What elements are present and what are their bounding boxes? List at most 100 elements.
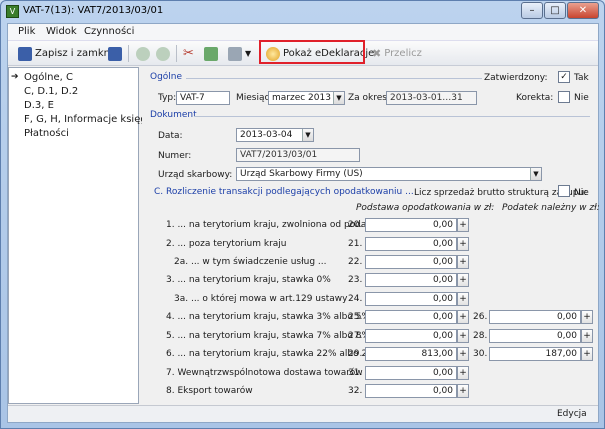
base-calc-button[interactable]: + [457, 384, 469, 398]
base-amount-field[interactable]: 0,00 [365, 237, 457, 251]
row-label: 3. ... na terytorium kraju, stawka 0% [166, 275, 331, 285]
number-field[interactable]: VAT7/2013/03/01 [236, 148, 360, 162]
tree-item-fgh[interactable]: F, G, H, Informacje księg [24, 114, 147, 125]
menu-widok[interactable]: Widok [46, 26, 77, 37]
app-icon: V [6, 5, 19, 18]
chevron-down-icon: ▼ [245, 49, 252, 58]
row-field-number: 20. [348, 220, 363, 230]
base-amount-field[interactable]: 0,00 [365, 366, 457, 380]
tax-field-number: 26. [473, 312, 488, 322]
arrow-left-icon [136, 46, 150, 61]
minimize-button[interactable]: – [521, 2, 543, 19]
highlight-frame [259, 40, 365, 64]
row-label: 3a. ... o której mowa w art.129 ustawy [174, 294, 348, 304]
save-icon [108, 46, 122, 61]
base-amount-field[interactable]: 0,00 [365, 273, 457, 287]
status-mode: Edycja [557, 409, 587, 419]
base-amount-field[interactable]: 0,00 [365, 255, 457, 269]
base-amount-field[interactable]: 0,00 [365, 310, 457, 324]
base-calc-button[interactable]: + [457, 310, 469, 324]
row-field-number: 32. [348, 386, 363, 396]
refresh-button[interactable] [204, 44, 218, 63]
row-field-number: 24. [348, 294, 363, 304]
save-icon [18, 46, 32, 61]
save-close-button[interactable]: Zapisz i zamknij [18, 44, 116, 63]
back-button[interactable] [136, 44, 150, 63]
base-calc-button[interactable]: + [457, 329, 469, 343]
title-bar: V VAT-7(13): VAT7/2013/03/01 – □ ✕ [1, 1, 604, 23]
tax-calc-button[interactable]: + [581, 347, 593, 361]
row-field-number: 31. [348, 368, 363, 378]
tree-arrow-icon: ➔ [11, 72, 19, 82]
gross-value: Nie [574, 188, 589, 198]
status-bar: Edycja [8, 405, 598, 422]
base-amount-field[interactable]: 0,00 [365, 384, 457, 398]
tax-amount-field[interactable]: 0,00 [489, 329, 581, 343]
tax-amount-field[interactable]: 0,00 [489, 310, 581, 324]
base-amount-field[interactable]: 813,00 [365, 347, 457, 361]
maximize-button[interactable]: □ [544, 2, 566, 19]
delete-button[interactable]: ✂ [183, 44, 197, 63]
tree-item-c-d[interactable]: C, D.1, D.2 [24, 86, 78, 97]
recalc-icon: ✖ [372, 47, 382, 60]
base-calc-button[interactable]: + [457, 273, 469, 287]
base-calc-button[interactable]: + [457, 255, 469, 269]
tax-calc-button[interactable]: + [581, 329, 593, 343]
base-calc-button[interactable]: + [457, 347, 469, 361]
recalc-button[interactable]: ✖ Przelicz [372, 44, 422, 63]
base-calc-button[interactable]: + [457, 292, 469, 306]
window: V VAT-7(13): VAT7/2013/03/01 – □ ✕ Plik … [0, 0, 605, 429]
section-c-title: C. Rozliczenie transakcji podlegających … [154, 187, 414, 197]
print-button[interactable]: ▼ [228, 44, 251, 63]
tree-item-d3-e[interactable]: D.3, E [24, 100, 54, 111]
office-select[interactable]: Urząd Skarbowy Firmy (US) ▼ [236, 167, 542, 181]
save-button[interactable] [108, 44, 122, 63]
chevron-down-icon: ▼ [333, 92, 344, 104]
office-label: Urząd skarbowy: [158, 170, 233, 180]
menu-bar: Plik Widok Czynności [8, 24, 598, 41]
correction-checkbox[interactable] [558, 91, 570, 103]
form-panel: Ogólne Zatwierdzony: ✓ Tak Typ: VAT-7 Mi… [142, 67, 600, 404]
correction-label: Korekta: [516, 93, 554, 103]
type-select[interactable]: VAT-7 [176, 91, 230, 105]
number-label: Numer: [158, 151, 192, 161]
window-title: VAT-7(13): VAT7/2013/03/01 [23, 5, 164, 16]
forward-button[interactable] [156, 44, 170, 63]
date-label: Data: [158, 131, 183, 141]
tree-item-general[interactable]: Ogólne, C [24, 72, 73, 83]
row-label: 2. ... poza terytorium kraju [166, 239, 287, 249]
period-field[interactable]: 2013-03-01…31 [386, 91, 477, 105]
close-button[interactable]: ✕ [567, 2, 599, 19]
base-calc-button[interactable]: + [457, 366, 469, 380]
base-calc-button[interactable]: + [457, 218, 469, 232]
row-label: 7. Wewnątrzwspólnotowa dostawa towarów [166, 368, 363, 378]
correction-value: Nie [574, 93, 589, 103]
month-select[interactable]: marzec 2013 ▼ [268, 91, 345, 105]
client-area: Plik Widok Czynności Zapisz i zamknij ✂ [7, 23, 600, 423]
tax-calc-button[interactable]: + [581, 310, 593, 324]
tax-amount-field[interactable]: 187,00 [489, 347, 581, 361]
menu-czynnosci[interactable]: Czynności [84, 26, 134, 37]
base-calc-button[interactable]: + [457, 237, 469, 251]
approved-label: Zatwierdzony: [484, 73, 548, 83]
approved-checkbox[interactable]: ✓ [558, 71, 570, 83]
general-section-label: Ogólne [150, 72, 183, 82]
gross-checkbox[interactable] [558, 185, 570, 197]
column-base-header: Podstawa opodatkowania w zł: [356, 203, 495, 213]
column-tax-header: Podatek należny w zł: [502, 203, 600, 213]
approved-value: Tak [574, 73, 589, 83]
menu-plik[interactable]: Plik [18, 26, 35, 37]
date-field[interactable]: 2013-03-04 ▼ [236, 128, 314, 142]
row-label: 2a. ... w tym świadczenie usług ... [174, 257, 327, 267]
scissors-icon: ✂ [183, 45, 194, 61]
base-amount-field[interactable]: 0,00 [365, 292, 457, 306]
base-amount-field[interactable]: 0,00 [365, 329, 457, 343]
row-field-number: 22. [348, 257, 363, 267]
arrow-right-icon [156, 46, 170, 61]
base-amount-field[interactable]: 0,00 [365, 218, 457, 232]
refresh-icon [204, 46, 218, 61]
tree-item-payments[interactable]: Płatności [24, 128, 69, 139]
row-field-number: 23. [348, 275, 363, 285]
section-tree: ➔ Ogólne, C C, D.1, D.2 D.3, E F, G, H, … [8, 67, 147, 404]
document-section-label: Dokument [150, 110, 197, 120]
